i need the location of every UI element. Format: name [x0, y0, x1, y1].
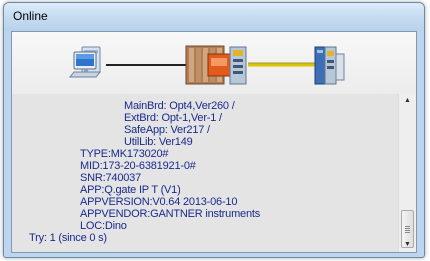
- connection-diagram: [12, 32, 416, 94]
- computer-icon: [68, 46, 102, 78]
- info-line: APPVERSION:V0.64 2013-06-10: [80, 196, 238, 208]
- info-line: SNR:740037: [80, 172, 141, 184]
- title-bar[interactable]: Online: [4, 3, 424, 31]
- info-line: APPVENDOR:GANTNER instruments: [80, 208, 261, 220]
- up-arrow-icon[interactable]: ▲: [399, 94, 416, 108]
- info-line: TYPE:MK173020#: [80, 148, 169, 160]
- io-terminal-icon: [314, 46, 345, 85]
- info-line: SafeApp: Ver217 /: [124, 124, 210, 136]
- controller-module-icon: [185, 45, 247, 85]
- info-line: ExtBrd: Opt-1,Ver-1 /: [124, 112, 222, 124]
- device-info-panel[interactable]: MainBrd: Opt4,Ver260 / ExtBrd: Opt-1,Ver…: [12, 94, 398, 252]
- info-line: LOC:Dino: [80, 220, 127, 232]
- vertical-scrollbar[interactable]: ▲ ▼: [398, 94, 416, 252]
- info-line: UtilLib: Ver149: [124, 136, 193, 148]
- online-window: Online MainBrd: Opt4,Ver260 / ExtBrd: Op…: [3, 2, 425, 258]
- info-line: MainBrd: Opt4,Ver260 /: [124, 100, 235, 112]
- window-title: Online: [13, 9, 48, 23]
- status-line: Try: 1 (since 0 s): [29, 232, 107, 244]
- info-line: MID:173-20-6381921-0#: [80, 160, 196, 172]
- info-line: APP:Q.gate IP T (V1): [80, 184, 181, 196]
- content-frame: MainBrd: Opt4,Ver260 / ExtBrd: Opt-1,Ver…: [11, 31, 417, 253]
- down-arrow-icon[interactable]: ▼: [399, 238, 416, 252]
